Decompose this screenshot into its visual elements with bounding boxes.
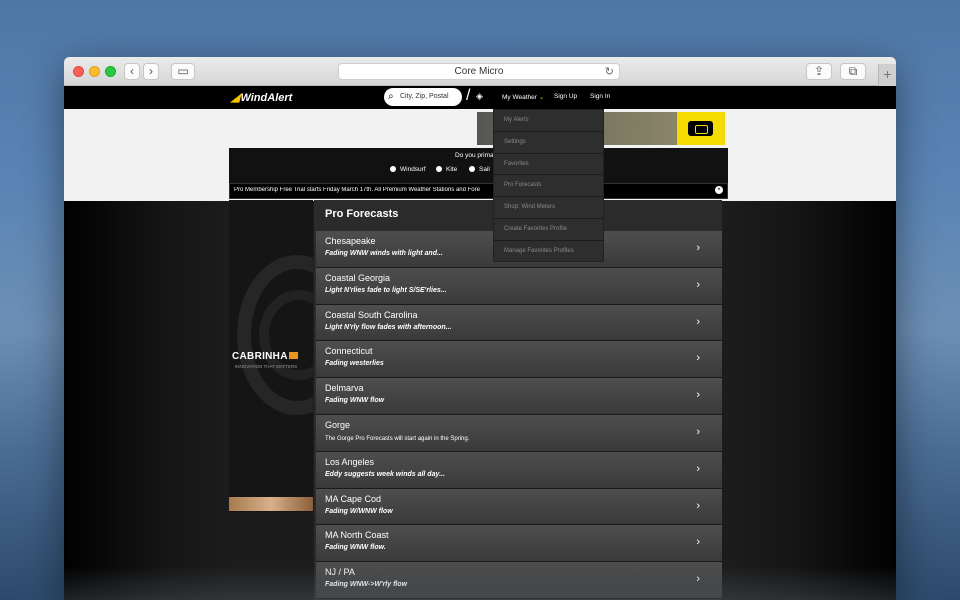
address-text: Core Micro: [454, 66, 504, 77]
zoom-window-button[interactable]: [105, 66, 116, 77]
list-item[interactable]: MA Cape Cod Fading W/WNW flow ›: [316, 488, 722, 526]
forecast-summary: Fading WNW->W'rly flow: [325, 581, 408, 589]
forecast-name: Chesapeake: [325, 236, 376, 246]
forecast-name: Los Angeles: [325, 456, 375, 467]
forecast-name: Gorge: [325, 419, 351, 430]
ad-logo-badge: [677, 112, 725, 145]
list-item[interactable]: Coastal Georgia Light N'rlies fade to lig…: [316, 267, 722, 305]
promo-banner: Pro Membership Free Trial starts Friday …: [229, 183, 728, 199]
menu-item-my-alerts[interactable]: My Alerts: [494, 110, 603, 132]
forecast-summary: Fading W/WNW flow: [325, 507, 393, 515]
sport-survey: Do you prima Windsurf Kite Sail: [229, 148, 728, 183]
my-weather-menu[interactable]: My Weather ⌄: [502, 93, 544, 101]
search-input[interactable]: ⌕ City, Zip, Postal: [384, 88, 462, 106]
radio-icon: [390, 166, 396, 172]
forecast-name: NJ / PA: [325, 567, 355, 578]
chevron-right-icon: ›: [696, 389, 700, 402]
option-label: Kite: [446, 166, 458, 173]
ad-brand-text: CABRINHA: [232, 351, 288, 362]
survey-option-sail[interactable]: Sail: [469, 166, 490, 173]
survey-question: Do you prima: [455, 152, 494, 159]
sign-in-link[interactable]: Sign In: [590, 93, 610, 100]
browser-toolbar: ‹ › ▭ Core Micro ↻ ⇪ ⧉ +: [64, 57, 896, 86]
forecast-summary: Fading WNW winds with light and...: [325, 250, 443, 257]
close-icon[interactable]: ×: [715, 186, 723, 194]
chevron-right-icon: ›: [696, 352, 700, 365]
forecast-name: Delmarva: [325, 383, 364, 394]
my-weather-label: My Weather: [502, 94, 537, 101]
list-item[interactable]: NJ / PA Fading WNW->W'rly flow ›: [316, 562, 722, 599]
panel-title: Pro Forecasts: [325, 208, 399, 220]
option-label: Sail: [479, 166, 490, 173]
radio-icon: [469, 166, 475, 172]
menu-item-manage-favorites-profiles[interactable]: Manage Favorites Profiles: [494, 241, 603, 263]
forecast-name: MA North Coast: [325, 530, 389, 541]
share-icon[interactable]: ⇪: [806, 63, 832, 80]
forecast-summary: Light N'rly flow fades with afternoon...: [325, 323, 452, 331]
list-item[interactable]: Coastal South Carolina Light N'rly flow f…: [316, 304, 722, 342]
forecast-summary: Fading WNW flow: [325, 397, 385, 405]
my-weather-dropdown: My Alerts Settings Favorites Pro Forecas…: [493, 109, 604, 262]
promo-text: Pro Membership Free Trial starts Friday …: [234, 187, 480, 193]
sign-up-link[interactable]: Sign Up: [554, 93, 577, 100]
chevron-right-icon: ›: [696, 425, 700, 438]
windalert-logo[interactable]: ◢WindAlert: [231, 91, 292, 104]
address-bar[interactable]: Core Micro ↻: [338, 63, 620, 80]
back-icon[interactable]: ‹: [124, 63, 140, 80]
sidebar-icon[interactable]: ▭: [171, 63, 195, 80]
menu-item-pro-forecasts[interactable]: Pro Forecasts: [494, 175, 603, 198]
side-ad[interactable]: CABRINHA INNOVATION THAT MATTERS: [229, 200, 313, 512]
list-item[interactable]: Gorge The Gorge Pro Forecasts will start …: [316, 414, 722, 452]
forecast-summary: The Gorge Pro Forecasts will start again…: [325, 435, 470, 442]
tabs-icon[interactable]: ⧉: [840, 63, 866, 80]
ad-image-strip: [229, 497, 313, 511]
logo-mark-icon: ◢: [231, 92, 240, 104]
list-item[interactable]: MA North Coast Fading WNW flow. ›: [316, 525, 722, 563]
chevron-right-icon: ›: [696, 536, 700, 549]
chevron-right-icon: ›: [696, 315, 700, 328]
ad-tagline: INNOVATION THAT MATTERS: [235, 364, 298, 369]
close-window-button[interactable]: [73, 66, 84, 77]
chevron-right-icon: ›: [696, 242, 700, 254]
flag-icon: [288, 352, 298, 359]
chevron-down-icon: ⌄: [538, 94, 545, 101]
list-item[interactable]: Los Angeles Eddy suggests week winds all …: [316, 451, 722, 489]
search-placeholder: City, Zip, Postal: [400, 93, 449, 100]
site-navbar: ◢WindAlert ⌕ City, Zip, Postal / ◈ My We…: [64, 86, 896, 109]
forecast-summary: Fading WNW flow.: [325, 544, 386, 552]
menu-item-settings[interactable]: Settings: [494, 132, 603, 154]
survey-option-windsurf[interactable]: Windsurf: [390, 166, 426, 173]
forward-icon[interactable]: ›: [143, 63, 159, 80]
search-icon: ⌕: [388, 91, 394, 102]
chevron-right-icon: ›: [696, 573, 700, 586]
forecast-name: Coastal South Carolina: [325, 309, 418, 320]
list-item[interactable]: Connecticut Fading westerlies ›: [316, 341, 722, 379]
forecast-summary: Eddy suggests week winds all day...: [325, 470, 445, 478]
minimize-window-button[interactable]: [89, 66, 100, 77]
forecast-name: MA Cape Cod: [325, 493, 382, 504]
menu-item-favorites[interactable]: Favorites: [494, 154, 603, 176]
reload-icon[interactable]: ↻: [605, 64, 614, 80]
forecast-summary: Fading westerlies: [325, 360, 384, 368]
browser-window: ‹ › ▭ Core Micro ↻ ⇪ ⧉ + ◢WindAlert ⌕ Ci…: [64, 57, 896, 600]
page-content: ◢WindAlert ⌕ City, Zip, Postal / ◈ My We…: [64, 86, 896, 600]
radio-icon: [436, 166, 442, 172]
chevron-right-icon: ›: [696, 462, 700, 475]
forecast-name: Connecticut: [325, 346, 373, 357]
list-item[interactable]: Delmarva Fading WNW flow ›: [316, 378, 722, 415]
compass-icon[interactable]: ◈: [476, 91, 483, 102]
survey-option-kite[interactable]: Kite: [436, 166, 457, 173]
menu-item-create-favorites-profile[interactable]: Create Favorites Profile: [494, 219, 603, 241]
logo-text: WindAlert: [240, 92, 293, 104]
chevron-right-icon: ›: [696, 499, 700, 512]
forecast-summary: Light N'rlies fade to light S/SE'rlies..…: [325, 286, 447, 294]
option-label: Windsurf: [400, 166, 426, 173]
new-tab-button[interactable]: +: [878, 64, 896, 86]
divider-slash: /: [466, 87, 471, 104]
chevron-right-icon: ›: [696, 278, 700, 291]
ad-brand: CABRINHA: [232, 351, 298, 362]
forecast-name: Coastal Georgia: [325, 272, 391, 283]
menu-item-shop-wind-meters[interactable]: Shop: Wind Meters: [494, 197, 603, 219]
forecast-list: Chesapeake Fading WNW winds with light an…: [316, 231, 722, 599]
